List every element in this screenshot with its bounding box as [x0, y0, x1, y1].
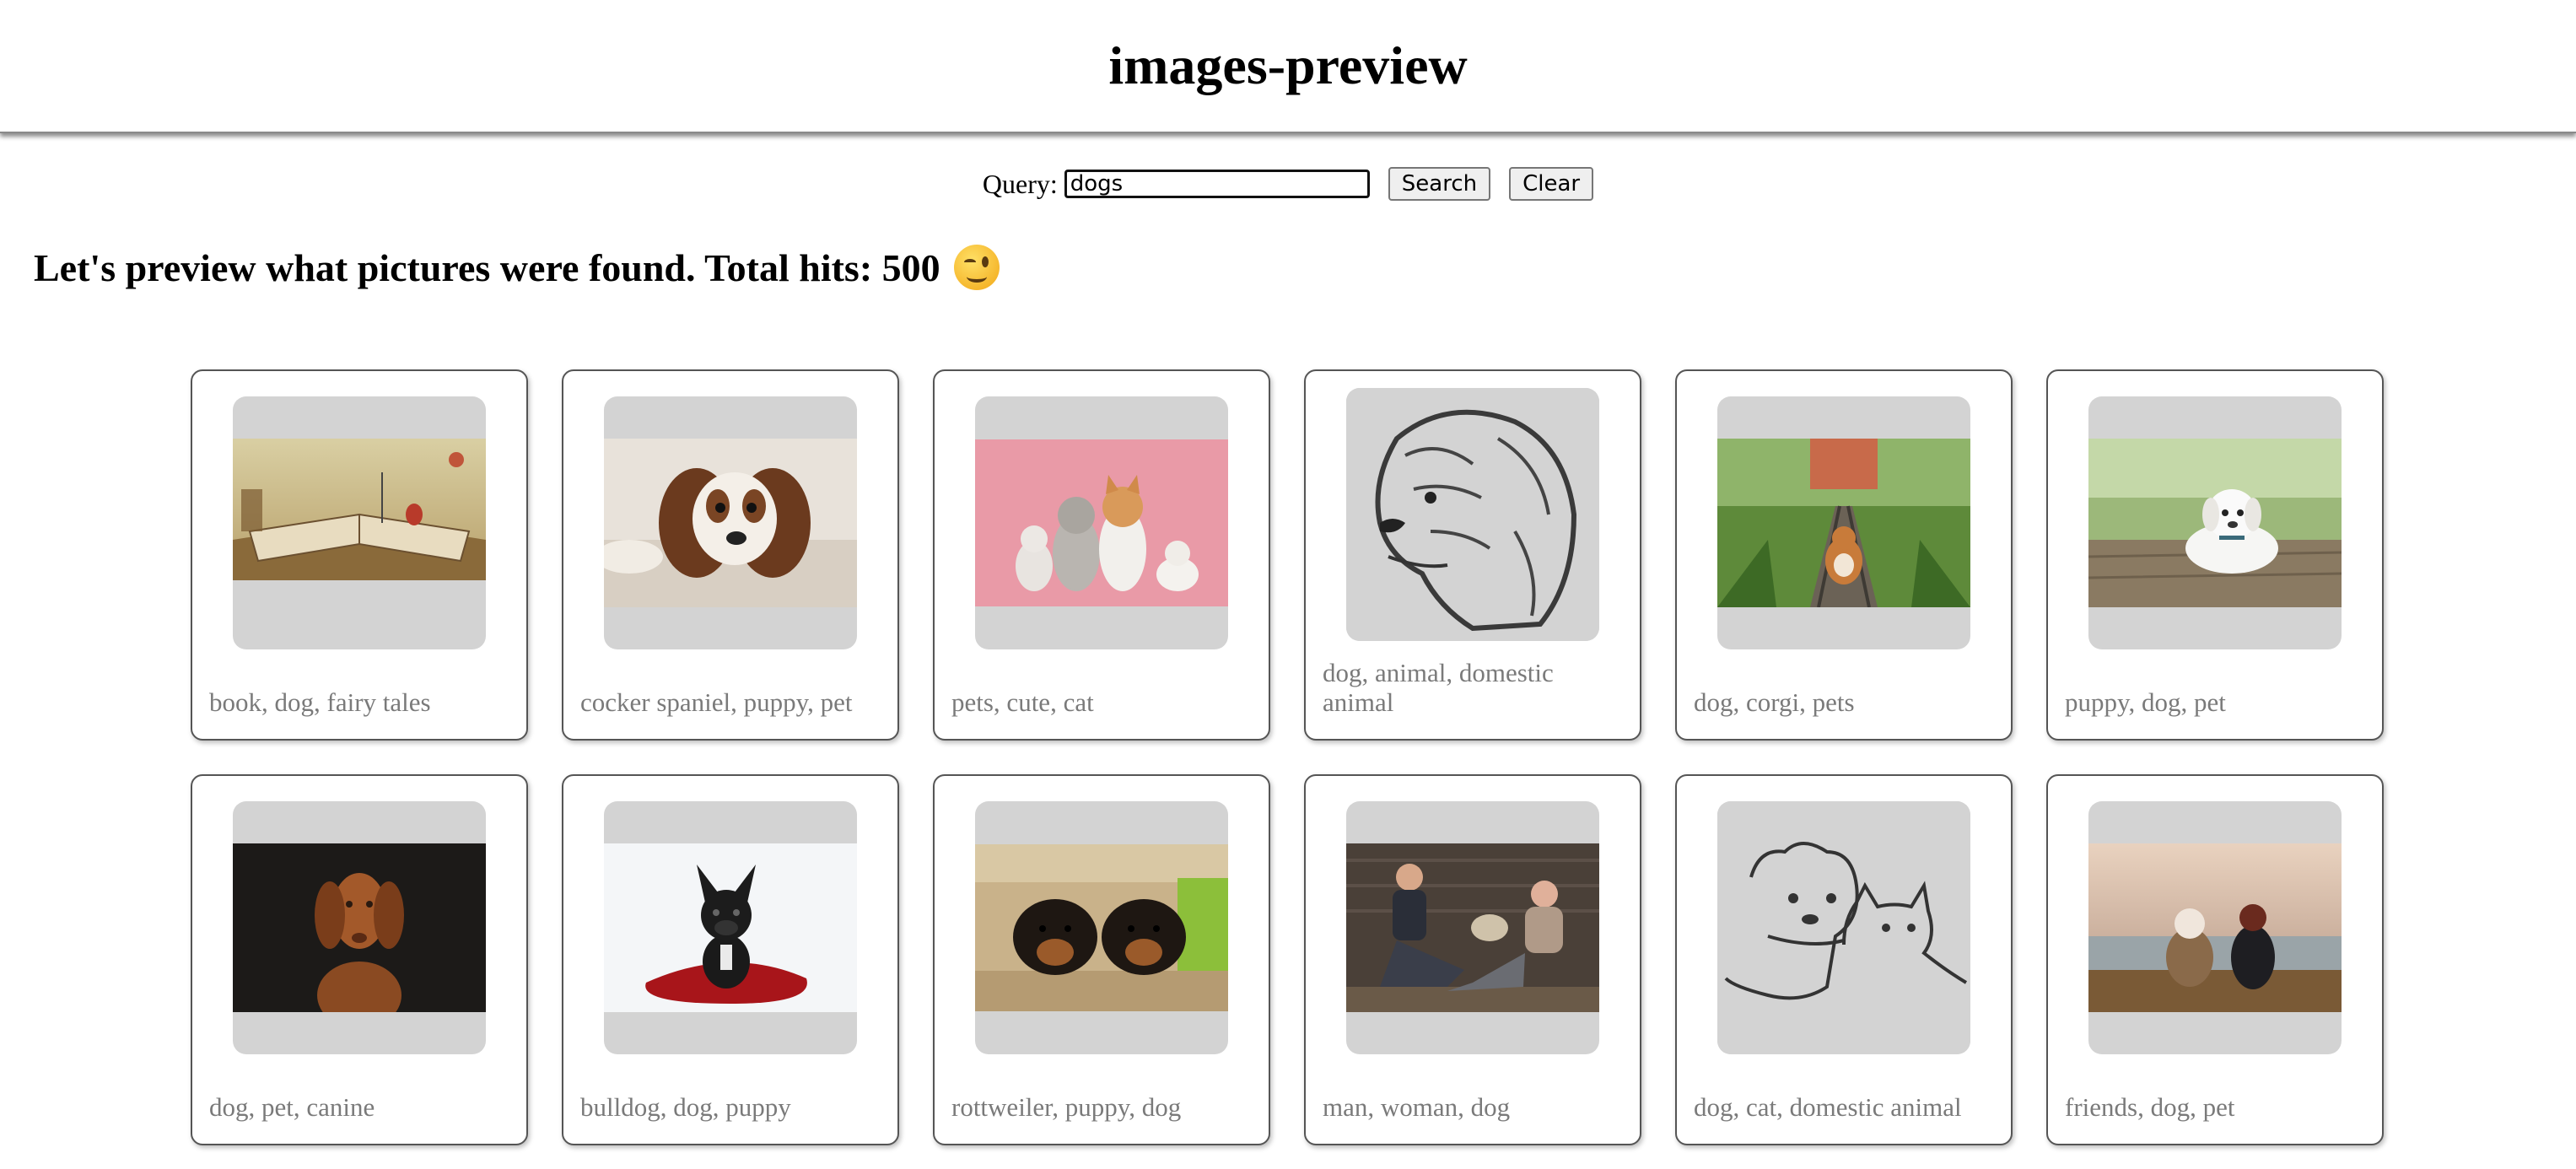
results-heading: Let's preview what pictures were found. …: [34, 245, 940, 289]
search-button[interactable]: Search: [1388, 167, 1491, 201]
card-caption: dog, cat, domestic animal: [1694, 1092, 1962, 1122]
thumbnail-frame: [2088, 396, 2342, 649]
card-caption: man, woman, dog: [1323, 1092, 1511, 1122]
query-label: Query:: [982, 168, 1058, 199]
thumbnail-image[interactable]: [604, 843, 857, 1012]
thumbnail-image[interactable]: [2088, 439, 2342, 607]
thumbnail-image[interactable]: [975, 844, 1228, 1011]
thumbnail-image[interactable]: [604, 439, 857, 607]
result-card[interactable]: dog, cat, domestic animal: [1675, 774, 2013, 1145]
clear-button[interactable]: Clear: [1509, 167, 1594, 201]
query-input[interactable]: [1064, 170, 1370, 198]
card-caption: dog, corgi, pets: [1694, 687, 1855, 717]
result-card[interactable]: book, dog, fairy tales: [191, 369, 528, 741]
card-caption: pets, cute, cat: [951, 687, 1094, 717]
card-caption: puppy, dog, pet: [2065, 687, 2226, 717]
result-card[interactable]: dog, corgi, pets: [1675, 369, 2013, 741]
thumbnail-frame: [604, 396, 857, 649]
result-card[interactable]: cocker spaniel, puppy, pet: [562, 369, 899, 741]
result-card[interactable]: friends, dog, pet: [2046, 774, 2384, 1145]
card-caption: friends, dog, pet: [2065, 1092, 2235, 1122]
card-caption: rottweiler, puppy, dog: [951, 1092, 1182, 1122]
thumbnail-image[interactable]: [233, 843, 486, 1012]
result-card[interactable]: man, woman, dog: [1304, 774, 1641, 1145]
card-caption: dog, pet, canine: [209, 1092, 375, 1122]
thumbnail-image[interactable]: [1346, 843, 1599, 1012]
result-card[interactable]: dog, pet, canine: [191, 774, 528, 1145]
thumbnail-image[interactable]: [233, 439, 486, 580]
result-card[interactable]: bulldog, dog, puppy: [562, 774, 899, 1145]
thumbnail-image[interactable]: [1717, 801, 1970, 1054]
app-title: images-preview: [1108, 35, 1468, 95]
result-card[interactable]: rottweiler, puppy, dog: [933, 774, 1270, 1145]
thumbnail-frame: [1717, 396, 1970, 649]
thumbnail-frame: [975, 801, 1228, 1054]
results-grid: book, dog, fairy tales cocker spaniel, p…: [191, 369, 2384, 1145]
thumbnail-frame: [2088, 801, 2342, 1054]
results-heading-row: Let's preview what pictures were found. …: [34, 245, 2576, 290]
card-caption: cocker spaniel, puppy, pet: [580, 687, 853, 717]
thumbnail-frame: [604, 801, 857, 1054]
thumbnail-image[interactable]: [1717, 439, 1970, 607]
search-bar: Query: Search Clear: [0, 167, 2576, 201]
thumbnail-image[interactable]: [2088, 843, 2342, 1012]
result-card[interactable]: dog, animal, domestic animal: [1304, 369, 1641, 741]
thumbnail-frame: [1346, 801, 1599, 1054]
thumbnail-image[interactable]: [1346, 388, 1599, 641]
card-caption: book, dog, fairy tales: [209, 687, 431, 717]
app-header: images-preview: [0, 0, 2576, 133]
card-caption: bulldog, dog, puppy: [580, 1092, 791, 1122]
thumbnail-frame: [233, 396, 486, 649]
thumbnail-image[interactable]: [975, 439, 1228, 606]
card-caption: dog, animal, domestic animal: [1323, 658, 1554, 717]
result-card[interactable]: puppy, dog, pet: [2046, 369, 2384, 741]
thumbnail-frame: [233, 801, 486, 1054]
thumbnail-frame: [1717, 801, 1970, 1054]
result-card[interactable]: pets, cute, cat: [933, 369, 1270, 741]
winking-face-icon: [953, 245, 1000, 290]
thumbnail-frame: [975, 396, 1228, 649]
thumbnail-frame: [1346, 388, 1599, 641]
